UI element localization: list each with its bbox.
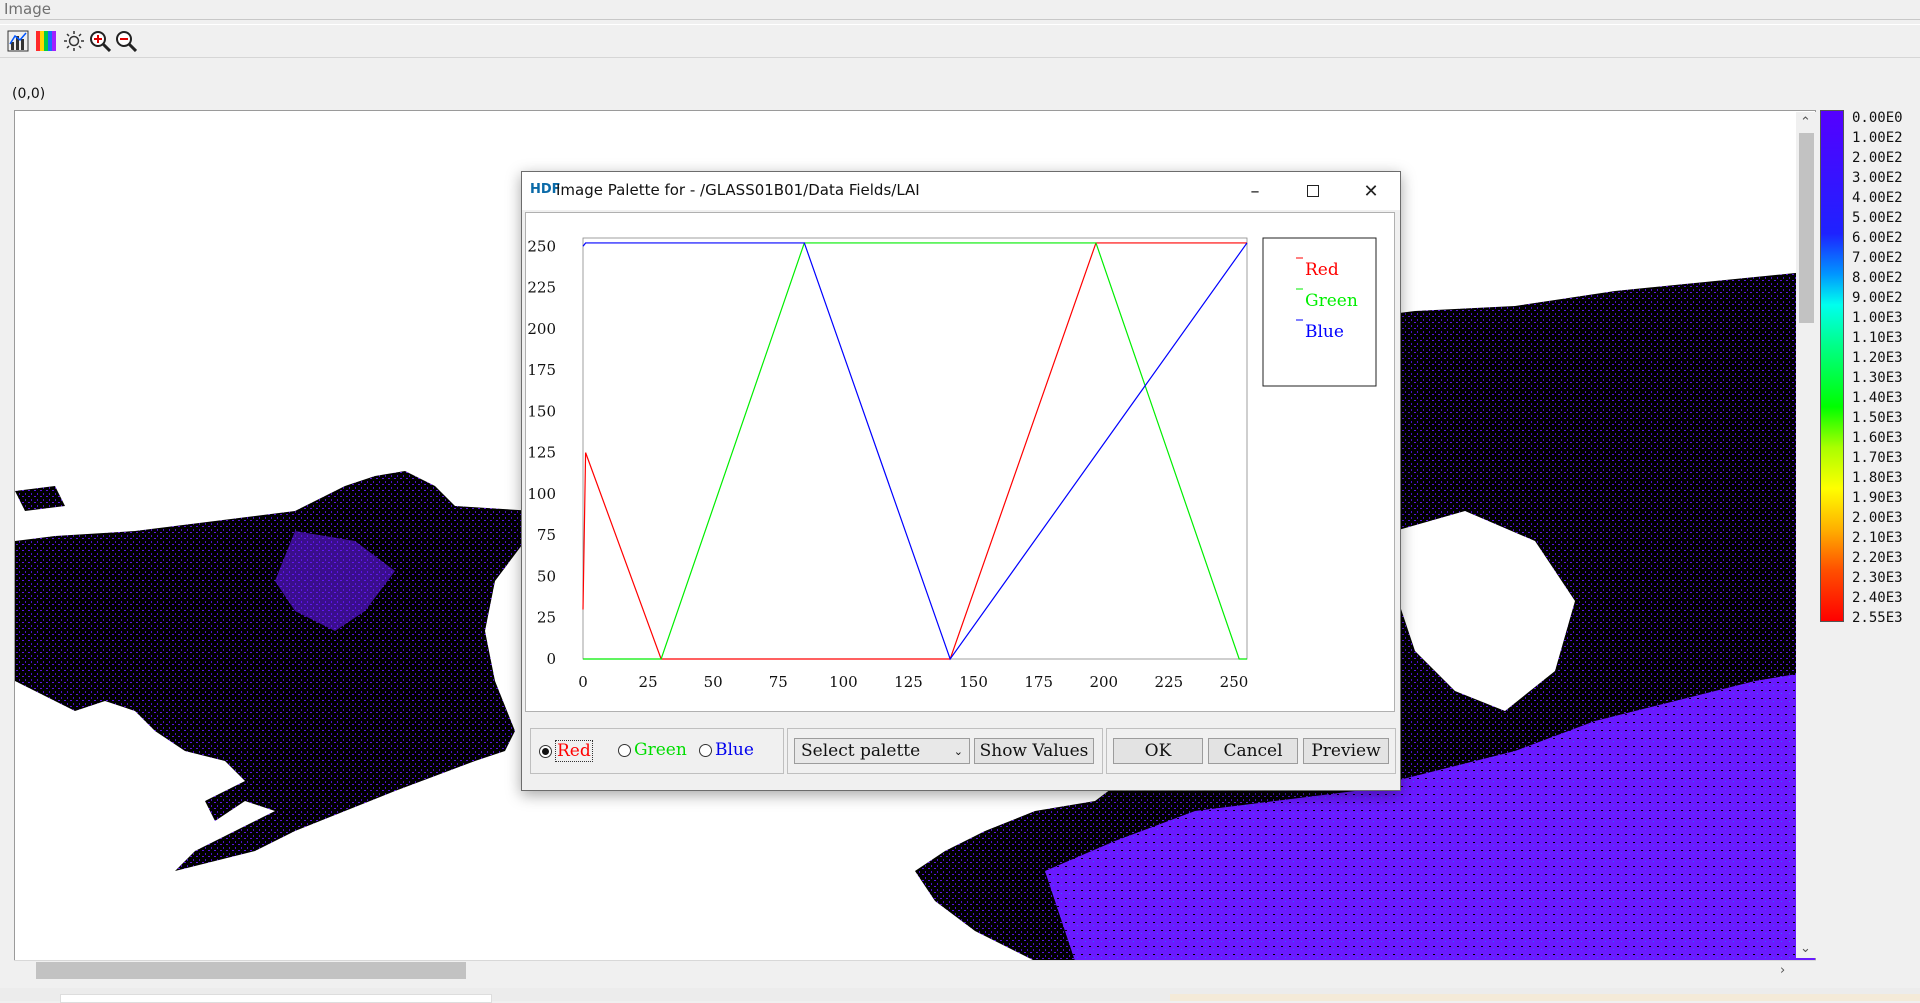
preview-button[interactable]: Preview — [1303, 738, 1389, 764]
x-tick-label: 250 — [1220, 673, 1249, 691]
zoom-in-icon[interactable] — [88, 29, 112, 53]
status-field-secondary — [1170, 994, 1920, 1001]
colorbar-label: 7.00E2 — [1852, 250, 1903, 266]
colorbar-label: 2.00E2 — [1852, 150, 1903, 166]
radio-blue[interactable]: Blue — [699, 740, 754, 760]
x-tick-label: 125 — [894, 673, 923, 691]
y-tick-label: 100 — [527, 485, 556, 503]
dialog-title-bar[interactable]: HDF Image Palette for - /GLASS01B01/Data… — [522, 172, 1400, 210]
colorbar-label: 1.10E3 — [1852, 330, 1903, 346]
legend-label-green: Green — [1305, 291, 1358, 311]
colorbar-label: 0.00E0 — [1852, 110, 1903, 126]
y-tick-label: 250 — [527, 237, 556, 255]
dialog-title: Image Palette for - /GLASS01B01/Data Fie… — [556, 181, 920, 199]
scroll-up-icon[interactable]: ⌃ — [1800, 116, 1811, 130]
colorbar-label: 4.00E2 — [1852, 190, 1903, 206]
title-divider — [0, 19, 1920, 20]
brightness-icon[interactable] — [62, 29, 86, 53]
radio-red-indicator — [539, 744, 552, 758]
colorbar-label: 2.30E3 — [1852, 570, 1903, 586]
colorbar-label: 1.00E3 — [1852, 310, 1903, 326]
toolbar — [0, 24, 1920, 58]
x-tick-label: 150 — [959, 673, 988, 691]
palette-icon[interactable] — [34, 29, 58, 53]
x-tick-label: 175 — [1024, 673, 1053, 691]
channel-group: Red Green Blue — [530, 728, 784, 774]
x-tick-label: 50 — [704, 673, 723, 691]
colorbar-label: 1.20E3 — [1852, 350, 1903, 366]
cancel-button[interactable]: Cancel — [1208, 738, 1298, 764]
colorbar-label: 3.00E2 — [1852, 170, 1903, 186]
x-tick-label: 100 — [829, 673, 858, 691]
select-palette-label: Select palette — [801, 741, 921, 761]
colorbar-label: 5.00E2 — [1852, 210, 1903, 226]
colorbar-label: 9.00E2 — [1852, 290, 1903, 306]
y-tick-label: 0 — [546, 650, 556, 668]
palette-plot-area[interactable]: 0 25 50 75 100 125 150 175 200 225 250 0 25 50 75 100 12… — [525, 212, 1395, 712]
y-tick-label: 200 — [527, 320, 556, 338]
colorbar — [1820, 110, 1844, 622]
colorbar-label: 1.40E3 — [1852, 390, 1903, 406]
y-tick-label: 225 — [527, 279, 556, 297]
vertical-scroll-thumb[interactable] — [1799, 133, 1814, 323]
maximize-icon[interactable] — [1284, 172, 1342, 210]
radio-blue-indicator — [699, 743, 712, 757]
colorbar-label: 6.00E2 — [1852, 230, 1903, 246]
radio-blue-label: Blue — [715, 740, 754, 760]
radio-red[interactable]: Red — [539, 740, 593, 762]
close-icon[interactable]: ✕ — [1342, 172, 1400, 210]
y-tick-label: 25 — [537, 609, 556, 627]
colorbar-label: 1.90E3 — [1852, 490, 1903, 506]
palette-actions-group: Select palette ⌄ Show Values — [787, 728, 1103, 774]
scroll-right-icon[interactable]: › — [1780, 964, 1785, 978]
colorbar-label: 2.20E3 — [1852, 550, 1903, 566]
image-palette-dialog: HDF Image Palette for - /GLASS01B01/Data… — [521, 171, 1401, 791]
colorbar-label: 1.60E3 — [1852, 430, 1903, 446]
x-tick-label: 75 — [769, 673, 788, 691]
x-tick-label: 200 — [1089, 673, 1118, 691]
y-tick-label: 75 — [537, 526, 556, 544]
y-tick-label: 150 — [527, 402, 556, 420]
x-tick-label: 225 — [1155, 673, 1184, 691]
chevron-down-icon: ⌄ — [953, 744, 963, 758]
radio-red-label: Red — [555, 740, 593, 762]
colorbar-label: 1.00E2 — [1852, 130, 1903, 146]
legend-label-blue: Blue — [1305, 322, 1344, 342]
series-line-green — [583, 242, 1247, 660]
scroll-down-icon[interactable]: ⌄ — [1800, 942, 1811, 956]
y-tick-label: 175 — [527, 361, 556, 379]
zoom-out-icon[interactable] — [114, 29, 138, 53]
colorbar-labels: 0.00E0 1.00E2 2.00E2 3.00E2 4.00E2 5.00E2 6.00… — [1852, 108, 1903, 628]
x-tick-label: 25 — [639, 673, 658, 691]
select-palette-dropdown[interactable]: Select palette ⌄ — [794, 738, 970, 764]
radio-green-indicator — [618, 743, 631, 757]
y-tick-label: 50 — [537, 567, 556, 585]
colorbar-label: 8.00E2 — [1852, 270, 1903, 286]
radio-green[interactable]: Green — [618, 740, 687, 760]
y-tick-label: 125 — [527, 444, 556, 462]
colorbar-label: 2.55E3 — [1852, 610, 1903, 626]
show-values-button[interactable]: Show Values — [974, 738, 1094, 764]
legend-label-red: Red — [1305, 260, 1339, 280]
colorbar-label: 1.50E3 — [1852, 410, 1903, 426]
horizontal-scroll-thumb[interactable] — [36, 962, 466, 979]
colorbar-label: 1.70E3 — [1852, 450, 1903, 466]
colorbar-label: 1.30E3 — [1852, 370, 1903, 386]
x-tick-label: 0 — [578, 673, 588, 691]
coordinate-readout: (0,0) — [12, 86, 46, 102]
radio-green-label: Green — [634, 740, 687, 760]
palette-chart: 0 25 50 75 100 125 150 175 200 225 250 0 25 50 75 100 12… — [527, 237, 1377, 691]
colorbar-label: 2.10E3 — [1852, 530, 1903, 546]
minimize-icon[interactable]: – — [1226, 172, 1284, 210]
ok-button[interactable]: OK — [1113, 738, 1203, 764]
colorbar-label: 2.00E3 — [1852, 510, 1903, 526]
status-field — [60, 994, 492, 1003]
histogram-icon[interactable] — [6, 29, 30, 53]
colorbar-label: 2.40E3 — [1852, 590, 1903, 606]
colorbar-label: 1.80E3 — [1852, 470, 1903, 486]
dialog-buttons-group: OK Cancel Preview — [1106, 728, 1396, 774]
